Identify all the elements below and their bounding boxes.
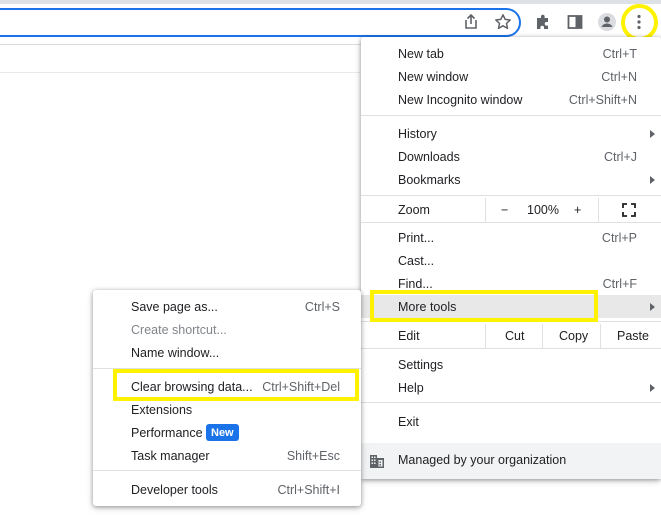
menu-item-shortcut: Ctrl+P bbox=[601, 230, 637, 245]
menu-item-label: Help bbox=[398, 380, 424, 395]
bookmark-star-icon[interactable] bbox=[492, 11, 514, 33]
submenu-item-save-page[interactable]: Save page as... Ctrl+S bbox=[93, 295, 361, 318]
new-badge: New bbox=[206, 424, 239, 441]
page-divider bbox=[0, 72, 360, 73]
building-icon bbox=[369, 453, 385, 472]
zoom-divider bbox=[485, 198, 486, 222]
zoom-in-button[interactable]: + bbox=[574, 203, 581, 217]
submenu-arrow-icon bbox=[650, 383, 655, 392]
managed-by-org[interactable]: Managed by your organization bbox=[361, 443, 661, 479]
zoom-out-button[interactable]: − bbox=[501, 203, 508, 217]
menu-item-shortcut: Ctrl+T bbox=[602, 46, 637, 61]
submenu-item-shortcut: Ctrl+Shift+I bbox=[277, 482, 340, 497]
menu-item-print[interactable]: Print... Ctrl+P bbox=[361, 226, 661, 249]
menu-item-shortcut: Ctrl+F bbox=[602, 276, 637, 291]
managed-label: Managed by your organization bbox=[398, 453, 567, 467]
menu-item-new-tab[interactable]: New tab Ctrl+T bbox=[361, 42, 661, 65]
submenu-arrow-icon bbox=[650, 129, 655, 138]
menu-item-help[interactable]: Help bbox=[361, 376, 661, 399]
paste-button[interactable]: Paste bbox=[617, 329, 649, 343]
menu-item-exit[interactable]: Exit bbox=[361, 410, 661, 433]
tab-strip-edge bbox=[0, 0, 661, 4]
submenu-item-create-shortcut: Create shortcut... bbox=[93, 318, 361, 341]
submenu-item-label: Create shortcut... bbox=[131, 322, 227, 337]
submenu-separator bbox=[93, 470, 361, 471]
menu-item-cast[interactable]: Cast... bbox=[361, 249, 661, 272]
clear-browsing-highlight bbox=[113, 369, 359, 401]
edit-divider bbox=[485, 324, 486, 348]
menu-item-settings[interactable]: Settings bbox=[361, 353, 661, 376]
menu-item-label: Downloads bbox=[398, 149, 460, 164]
menu-item-label: Edit bbox=[398, 329, 420, 343]
menu-item-shortcut: Ctrl+Shift+N bbox=[568, 92, 637, 107]
more-tools-highlight bbox=[370, 290, 598, 322]
submenu-item-label: Extensions bbox=[131, 402, 193, 417]
extensions-icon[interactable] bbox=[532, 11, 554, 33]
submenu-item-task-manager[interactable]: Task manager Shift+Esc bbox=[93, 444, 361, 467]
cut-button[interactable]: Cut bbox=[505, 329, 524, 343]
menu-item-shortcut: Ctrl+J bbox=[604, 149, 637, 164]
menu-item-label: Cast... bbox=[398, 253, 435, 268]
menu-item-label: Print... bbox=[398, 230, 435, 245]
submenu-item-label: Task manager bbox=[131, 448, 210, 463]
menu-item-new-window[interactable]: New window Ctrl+N bbox=[361, 65, 661, 88]
menu-separator bbox=[361, 402, 661, 403]
submenu-item-shortcut: Shift+Esc bbox=[286, 448, 340, 463]
submenu-item-name-window[interactable]: Name window... bbox=[93, 341, 361, 364]
zoom-level: 100% bbox=[527, 203, 559, 217]
menu-item-shortcut: Ctrl+N bbox=[601, 69, 637, 84]
menu-item-label: New Incognito window bbox=[398, 92, 523, 107]
zoom-divider bbox=[598, 198, 599, 222]
edit-divider bbox=[600, 324, 601, 348]
menu-item-label: Exit bbox=[398, 414, 419, 429]
submenu-item-label: Performance bbox=[131, 425, 203, 440]
menu-item-zoom: Zoom − 100% + bbox=[361, 198, 661, 222]
menu-item-label: Bookmarks bbox=[398, 172, 461, 187]
chrome-main-menu: New tab Ctrl+T New window Ctrl+N New Inc… bbox=[361, 37, 661, 479]
menu-item-label: New tab bbox=[398, 46, 444, 61]
menu-item-label: New window bbox=[398, 69, 469, 84]
submenu-item-label: Name window... bbox=[131, 345, 220, 360]
fullscreen-icon[interactable] bbox=[622, 203, 636, 220]
submenu-item-label: Developer tools bbox=[131, 482, 218, 497]
submenu-item-label: Save page as... bbox=[131, 299, 218, 314]
submenu-arrow-icon bbox=[650, 302, 655, 311]
share-icon[interactable] bbox=[460, 11, 482, 33]
submenu-item-performance[interactable]: Performance New bbox=[93, 421, 361, 444]
menu-item-label: Find... bbox=[398, 276, 433, 291]
menu-item-edit: Edit Cut Copy Paste bbox=[361, 324, 661, 348]
side-panel-icon[interactable] bbox=[564, 11, 586, 33]
menu-separator bbox=[361, 195, 661, 196]
address-bar[interactable] bbox=[0, 8, 521, 37]
menu-item-new-incognito[interactable]: New Incognito window Ctrl+Shift+N bbox=[361, 88, 661, 111]
submenu-item-extensions[interactable]: Extensions bbox=[93, 398, 361, 421]
menu-item-label: History bbox=[398, 126, 437, 141]
copy-button[interactable]: Copy bbox=[559, 329, 588, 343]
menu-item-history[interactable]: History bbox=[361, 122, 661, 145]
menu-item-downloads[interactable]: Downloads Ctrl+J bbox=[361, 145, 661, 168]
submenu-item-developer-tools[interactable]: Developer tools Ctrl+Shift+I bbox=[93, 478, 361, 501]
menu-button-highlight bbox=[621, 4, 658, 41]
menu-item-label: Settings bbox=[398, 357, 444, 372]
menu-separator bbox=[361, 348, 661, 349]
menu-item-label: Zoom bbox=[398, 203, 430, 217]
menu-separator bbox=[361, 115, 661, 116]
menu-item-bookmarks[interactable]: Bookmarks bbox=[361, 168, 661, 191]
submenu-arrow-icon bbox=[650, 175, 655, 184]
submenu-item-shortcut: Ctrl+S bbox=[304, 299, 340, 314]
menu-separator bbox=[361, 222, 661, 223]
edit-divider bbox=[542, 324, 543, 348]
profile-icon[interactable] bbox=[596, 11, 618, 33]
